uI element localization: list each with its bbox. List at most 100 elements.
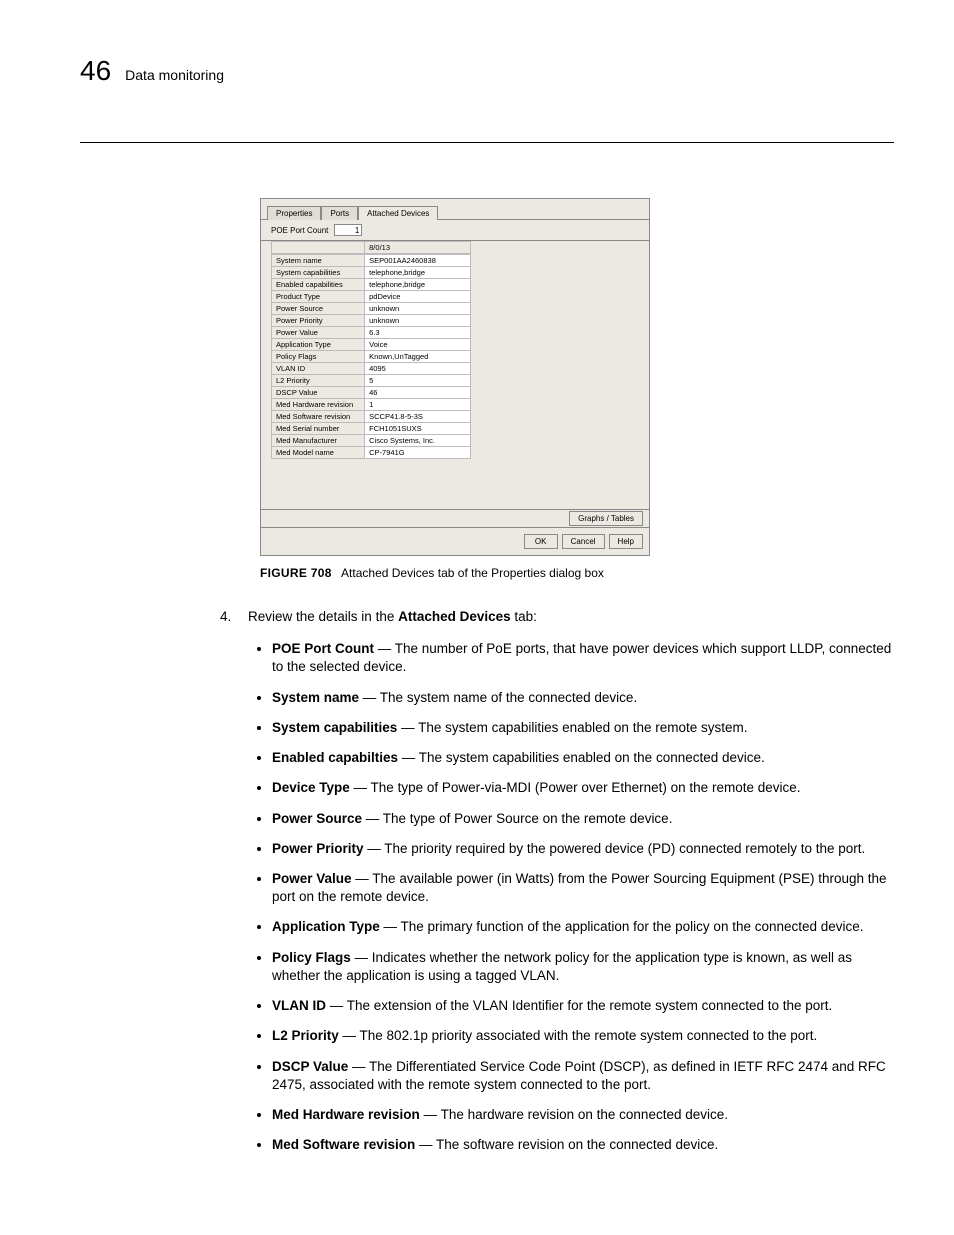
term: Enabled capabilties [272,750,398,765]
property-value: pdDevice [365,291,471,303]
description: — The priority required by the powered d… [364,841,866,856]
property-value: unknown [365,315,471,327]
list-item: Application Type — The primary function … [272,916,894,936]
property-label: Policy Flags [272,351,365,363]
tab-properties[interactable]: Properties [267,206,321,220]
help-button[interactable]: Help [609,534,643,549]
graphs-tables-button[interactable]: Graphs / Tables [569,511,643,526]
table-row: System nameSEP001AA2460838 [272,255,471,267]
term: Power Priority [272,841,364,856]
column-header: 8/0/13 [365,242,471,254]
properties-dialog: Properties Ports Attached Devices POE Po… [260,198,650,556]
list-item: Device Type — The type of Power-via-MDI … [272,777,894,797]
step-number: 4. [220,608,238,626]
term: Application Type [272,919,380,934]
figure-number: FIGURE 708 [260,566,332,580]
dialog-footer-upper: Graphs / Tables [261,509,649,527]
description: — The system capabilities enabled on the… [397,720,747,735]
figure-caption: FIGURE 708 Attached Devices tab of the P… [260,566,894,580]
list-item: Policy Flags — Indicates whether the net… [272,947,894,985]
description: — The system name of the connected devic… [359,690,637,705]
ok-button[interactable]: OK [524,534,558,549]
description: — The primary function of the applicatio… [380,919,864,934]
table-row: Power Value6.3 [272,327,471,339]
property-value: 5 [365,375,471,387]
term: L2 Priority [272,1028,339,1043]
table-row: Enabled capabilitiestelephone,bridge [272,279,471,291]
property-label: Power Source [272,303,365,315]
list-item: Med Software revision — The software rev… [272,1134,894,1154]
list-item: VLAN ID — The extension of the VLAN Iden… [272,995,894,1015]
property-value: 4095 [365,363,471,375]
table-row: Policy FlagsKnown,UnTagged [272,351,471,363]
term: System capabilities [272,720,397,735]
property-value: 6.3 [365,327,471,339]
page-header: 46 Data monitoring [80,55,894,87]
property-value: CP-7941G [365,447,471,459]
poe-port-count-input[interactable] [334,224,362,236]
list-item: Power Source — The type of Power Source … [272,808,894,828]
step-4: 4. Review the details in the Attached De… [220,608,894,626]
term: Med Hardware revision [272,1107,420,1122]
page: 46 Data monitoring Properties Ports Atta… [0,0,954,1235]
description: — The software revision on the connected… [415,1137,718,1152]
bullet-list: POE Port Count — The number of PoE ports… [254,638,894,1154]
property-value: 46 [365,387,471,399]
tab-attached-devices[interactable]: Attached Devices [358,206,438,220]
property-value: FCH1051SUXS [365,423,471,435]
property-label: Power Value [272,327,365,339]
page-number: 46 [80,55,111,87]
term: Power Value [272,871,352,886]
description: — The type of Power-via-MDI (Power over … [350,780,801,795]
list-item: DSCP Value — The Differentiated Service … [272,1056,894,1094]
tab-bar: Properties Ports Attached Devices [261,199,649,219]
term: Power Source [272,811,362,826]
property-label: Product Type [272,291,365,303]
description: — The system capabilities enabled on the… [398,750,765,765]
property-value: telephone,bridge [365,279,471,291]
list-item: System name — The system name of the con… [272,687,894,707]
list-item: POE Port Count — The number of PoE ports… [272,638,894,676]
dialog-footer-lower: OK Cancel Help [261,527,649,555]
property-value: telephone,bridge [365,267,471,279]
table-row: Med Model nameCP-7941G [272,447,471,459]
table-row: Med Hardware revision1 [272,399,471,411]
term: VLAN ID [272,998,326,1013]
description: — The Differentiated Service Code Point … [272,1059,886,1092]
description: — The type of Power Source on the remote… [362,811,672,826]
property-value: SCCP41.8-5-3S [365,411,471,423]
description: — Indicates whether the network policy f… [272,950,852,983]
property-label: Med Model name [272,447,365,459]
poe-port-count-row: POE Port Count [261,219,649,240]
property-value: SEP001AA2460838 [365,255,471,267]
property-label: System capabilities [272,267,365,279]
property-label: System name [272,255,365,267]
property-value: 1 [365,399,471,411]
property-label: DSCP Value [272,387,365,399]
list-item: Med Hardware revision — The hardware rev… [272,1104,894,1124]
description: — The hardware revision on the connected… [420,1107,728,1122]
property-value: Voice [365,339,471,351]
list-item: L2 Priority — The 802.1p priority associ… [272,1025,894,1045]
cancel-button[interactable]: Cancel [562,534,605,549]
property-label: Power Priority [272,315,365,327]
figure-title: Attached Devices tab of the Properties d… [341,566,604,580]
device-properties-table: 8/0/13 System nameSEP001AA2460838System … [261,240,649,459]
description: — The available power (in Watts) from th… [272,871,887,904]
term: Policy Flags [272,950,351,965]
table-row: DSCP Value46 [272,387,471,399]
property-value: Known,UnTagged [365,351,471,363]
property-value: Cisco Systems, Inc. [365,435,471,447]
dialog-screenshot: Properties Ports Attached Devices POE Po… [260,198,650,556]
property-label: Application Type [272,339,365,351]
list-item: Power Value — The available power (in Wa… [272,868,894,906]
table-row: Med Serial numberFCH1051SUXS [272,423,471,435]
poe-port-count-label: POE Port Count [271,226,328,235]
property-label: Med Hardware revision [272,399,365,411]
property-label: Med Software revision [272,411,365,423]
term: DSCP Value [272,1059,348,1074]
body-text: 4. Review the details in the Attached De… [220,608,894,1154]
table-row: Med ManufacturerCisco Systems, Inc. [272,435,471,447]
tab-ports[interactable]: Ports [321,206,358,220]
table-row: System capabilitiestelephone,bridge [272,267,471,279]
